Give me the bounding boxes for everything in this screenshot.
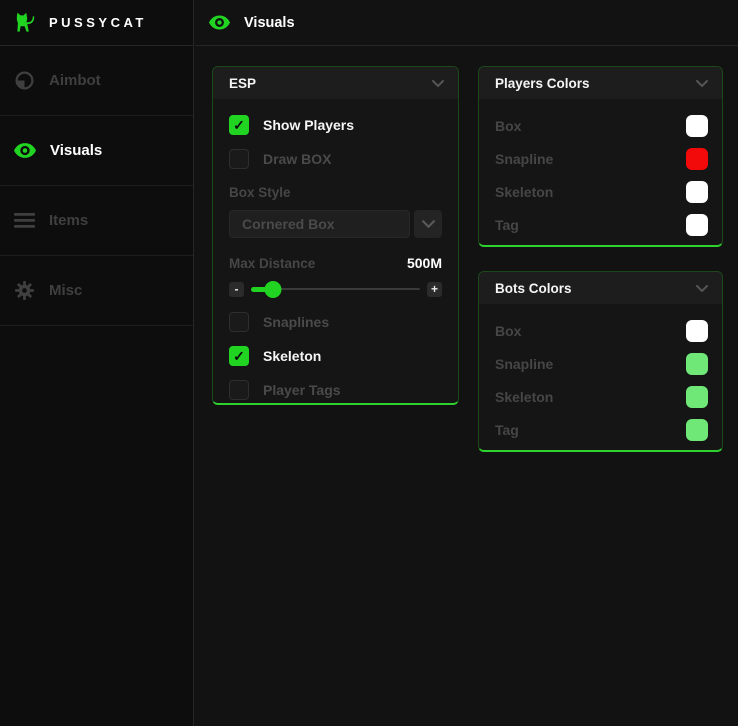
color-row-skeleton: Skeleton xyxy=(495,175,708,208)
chevron-down-icon xyxy=(696,285,708,292)
show-players-checkbox[interactable] xyxy=(229,115,249,135)
bots-colors-panel: Bots Colors Box Snapline Skeleton Tag xyxy=(478,271,723,452)
bots-colors-header[interactable]: Bots Colors xyxy=(479,272,722,304)
esp-panel: ESP Show Players Draw BOX Box Style Corn… xyxy=(212,66,459,405)
sidebar-item-label: Items xyxy=(49,212,88,229)
color-swatch[interactable] xyxy=(686,320,708,342)
color-label: Tag xyxy=(495,217,519,233)
eye-icon xyxy=(209,15,230,30)
app-window: PUSSYCAT Aimbot Visuals xyxy=(0,0,738,726)
gear-icon xyxy=(14,280,35,301)
slider-thumb[interactable] xyxy=(264,281,281,298)
sidebar-item-visuals[interactable]: Visuals xyxy=(0,116,193,186)
esp-panel-title: ESP xyxy=(229,76,256,91)
box-style-select-row: Cornered Box xyxy=(229,210,442,238)
color-swatch[interactable] xyxy=(686,386,708,408)
menu-icon xyxy=(14,213,35,228)
color-label: Skeleton xyxy=(495,184,553,200)
color-swatch[interactable] xyxy=(686,181,708,203)
esp-panel-body: Show Players Draw BOX Box Style Cornered… xyxy=(213,99,458,400)
box-style-label: Box Style xyxy=(229,185,442,200)
draw-box-label: Draw BOX xyxy=(263,151,331,167)
max-distance-slider[interactable] xyxy=(251,280,420,298)
esp-panel-header[interactable]: ESP xyxy=(213,67,458,99)
color-row-snapline: Snapline xyxy=(495,347,708,380)
snaplines-checkbox[interactable] xyxy=(229,312,249,332)
color-row-snapline: Snapline xyxy=(495,142,708,175)
bots-colors-body: Box Snapline Skeleton Tag xyxy=(479,304,722,446)
color-label: Tag xyxy=(495,422,519,438)
color-swatch[interactable] xyxy=(686,115,708,137)
sidebar-item-misc[interactable]: Misc xyxy=(0,256,193,326)
skeleton-checkbox[interactable] xyxy=(229,346,249,366)
player-tags-checkbox-row[interactable]: Player Tags xyxy=(229,380,442,400)
max-distance-slider-row: - + xyxy=(229,280,442,298)
color-label: Snapline xyxy=(495,356,553,372)
box-style-select[interactable]: Cornered Box xyxy=(229,210,410,238)
cat-icon xyxy=(13,11,40,34)
brand-logo: PUSSYCAT xyxy=(0,0,193,46)
snaplines-label: Snaplines xyxy=(263,314,329,330)
sidebar-item-items[interactable]: Items xyxy=(0,186,193,256)
bots-colors-title: Bots Colors xyxy=(495,281,572,296)
color-swatch[interactable] xyxy=(686,214,708,236)
distance-plus-button[interactable]: + xyxy=(427,282,442,297)
color-row-tag: Tag xyxy=(495,208,708,241)
color-row-box: Box xyxy=(495,109,708,142)
players-colors-panel: Players Colors Box Snapline Skeleton Tag xyxy=(478,66,723,247)
chevron-down-icon xyxy=(432,80,444,87)
draw-box-checkbox[interactable] xyxy=(229,149,249,169)
box-style-select-caret-button[interactable] xyxy=(414,210,442,238)
distance-minus-button[interactable]: - xyxy=(229,282,244,297)
show-players-checkbox-row[interactable]: Show Players xyxy=(229,115,442,135)
aim-icon xyxy=(14,70,35,91)
color-row-skeleton: Skeleton xyxy=(495,380,708,413)
show-players-label: Show Players xyxy=(263,117,354,133)
chevron-down-icon xyxy=(696,80,708,87)
max-distance-label: Max Distance xyxy=(229,256,315,271)
skeleton-label: Skeleton xyxy=(263,348,321,364)
color-swatch[interactable] xyxy=(686,353,708,375)
max-distance-row: Max Distance 500M xyxy=(229,255,442,271)
color-swatch[interactable] xyxy=(686,148,708,170)
draw-box-checkbox-row[interactable]: Draw BOX xyxy=(229,149,442,169)
player-tags-checkbox[interactable] xyxy=(229,380,249,400)
page-title: Visuals xyxy=(244,15,295,31)
color-row-box: Box xyxy=(495,314,708,347)
players-colors-header[interactable]: Players Colors xyxy=(479,67,722,99)
snaplines-checkbox-row[interactable]: Snaplines xyxy=(229,312,442,332)
brand-name: PUSSYCAT xyxy=(49,15,147,30)
sidebar-item-label: Misc xyxy=(49,282,82,299)
players-colors-title: Players Colors xyxy=(495,76,590,91)
player-tags-label: Player Tags xyxy=(263,382,341,398)
skeleton-checkbox-row[interactable]: Skeleton xyxy=(229,346,442,366)
sidebar-item-label: Visuals xyxy=(50,142,102,159)
max-distance-value: 500M xyxy=(407,255,442,271)
eye-icon xyxy=(14,143,36,158)
topbar: Visuals xyxy=(195,0,738,46)
color-swatch[interactable] xyxy=(686,419,708,441)
sidebar-item-label: Aimbot xyxy=(49,72,101,89)
color-label: Skeleton xyxy=(495,389,553,405)
sidebar: PUSSYCAT Aimbot Visuals xyxy=(0,0,194,726)
color-label: Snapline xyxy=(495,151,553,167)
color-row-tag: Tag xyxy=(495,413,708,446)
color-label: Box xyxy=(495,118,521,134)
sidebar-item-aimbot[interactable]: Aimbot xyxy=(0,46,193,116)
color-label: Box xyxy=(495,323,521,339)
chevron-down-icon xyxy=(422,220,435,228)
players-colors-body: Box Snapline Skeleton Tag xyxy=(479,99,722,241)
